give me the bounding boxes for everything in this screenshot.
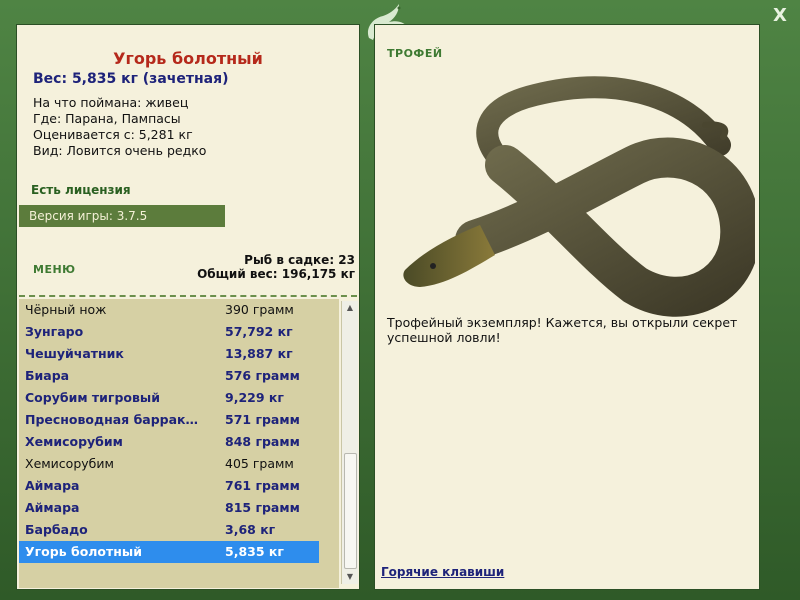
keepnet-summary: Рыб в садке: 23 Общий вес: 196,175 кг: [197, 253, 355, 281]
item-name: Аймара: [25, 478, 80, 493]
list-item[interactable]: Зунгаро 57,792 кг: [19, 321, 339, 343]
list-item[interactable]: Аймара 815 грамм: [19, 497, 339, 519]
item-name: Биара: [25, 368, 70, 383]
item-name: Хемисорубим: [25, 434, 123, 449]
list-item-selected[interactable]: Угорь болотный 5,835 кг: [19, 541, 319, 563]
list-item[interactable]: Барбадо 3,68 кг: [19, 519, 339, 541]
item-name: Барбадо: [25, 522, 88, 537]
item-name: Пресноводная барраку...: [25, 412, 205, 427]
scrollbar-thumb[interactable]: [344, 453, 357, 569]
list-item[interactable]: Хемисорубим 405 грамм: [19, 453, 339, 475]
item-name: Сорубим тигровый: [25, 390, 160, 405]
list-item[interactable]: Биара 576 грамм: [19, 365, 339, 387]
close-button[interactable]: X: [770, 6, 790, 26]
item-name: Зунгаро: [25, 324, 84, 339]
list-item[interactable]: Пресноводная барраку... 571 грамм: [19, 409, 339, 431]
valuation-detail: Оценивается с: 5,281 кг: [33, 127, 193, 142]
version-bar: Версия игры: 3.7.5: [19, 205, 225, 227]
item-weight: 848 грамм: [225, 434, 300, 449]
item-name: Хемисорубим: [25, 456, 114, 471]
item-weight: 815 грамм: [225, 500, 300, 515]
trophy-panel: ТРОФЕЙ Трофейный экземпляр! Кажется, вы …: [374, 24, 760, 590]
list-item[interactable]: Чешуйчатник 13,887 кг: [19, 343, 339, 365]
keepnet-count: Рыб в садке: 23: [244, 253, 355, 267]
eel-image: [403, 76, 755, 317]
item-weight: 571 грамм: [225, 412, 300, 427]
divider: [19, 295, 357, 297]
list-scrollbar[interactable]: ▲ ▼: [341, 301, 358, 584]
fish-weight: Вес: 5,835 кг (зачетная): [33, 71, 229, 87]
list-item[interactable]: Аймара 761 грамм: [19, 475, 339, 497]
scroll-up-icon[interactable]: ▲: [342, 301, 358, 315]
fish-title: Угорь болотный: [113, 49, 263, 68]
item-weight: 761 грамм: [225, 478, 300, 493]
catch-list: Чёрный нож 390 грамм Зунгаро 57,792 кг Чеш…: [19, 299, 339, 588]
item-name: Чешуйчатник: [25, 346, 124, 361]
hotkeys-link[interactable]: Горячие клавиши: [381, 565, 504, 579]
scroll-down-icon[interactable]: ▼: [342, 570, 358, 584]
item-weight: 576 грамм: [225, 368, 300, 383]
location-detail: Где: Парана, Пампасы: [33, 111, 181, 126]
list-item[interactable]: Сорубим тигровый 9,229 кг: [19, 387, 339, 409]
fish-info-panel: Угорь болотный Вес: 5,835 кг (зачетная) …: [16, 24, 360, 590]
list-item[interactable]: Хемисорубим 848 грамм: [19, 431, 339, 453]
item-weight: 57,792 кг: [225, 324, 293, 339]
item-weight: 5,835 кг: [225, 544, 284, 559]
menu-button[interactable]: МЕНЮ: [33, 263, 76, 276]
list-item[interactable]: Чёрный нож 390 грамм: [19, 299, 339, 321]
item-name: Чёрный нож: [25, 302, 107, 317]
item-weight: 9,229 кг: [225, 390, 284, 405]
trophy-description: Трофейный экземпляр! Кажется, вы открыли…: [387, 315, 738, 345]
item-name: Угорь болотный: [25, 544, 142, 559]
item-weight: 390 грамм: [225, 302, 294, 317]
item-name: Аймара: [25, 500, 80, 515]
license-status: Есть лицензия: [31, 183, 131, 197]
item-weight: 3,68 кг: [225, 522, 276, 537]
rarity-detail: Вид: Ловится очень редко: [33, 143, 207, 158]
item-weight: 405 грамм: [225, 456, 294, 471]
item-weight: 13,887 кг: [225, 346, 293, 361]
keepnet-total-weight: Общий вес: 196,175 кг: [197, 267, 355, 281]
bait-detail: На что поймана: живец: [33, 95, 189, 110]
